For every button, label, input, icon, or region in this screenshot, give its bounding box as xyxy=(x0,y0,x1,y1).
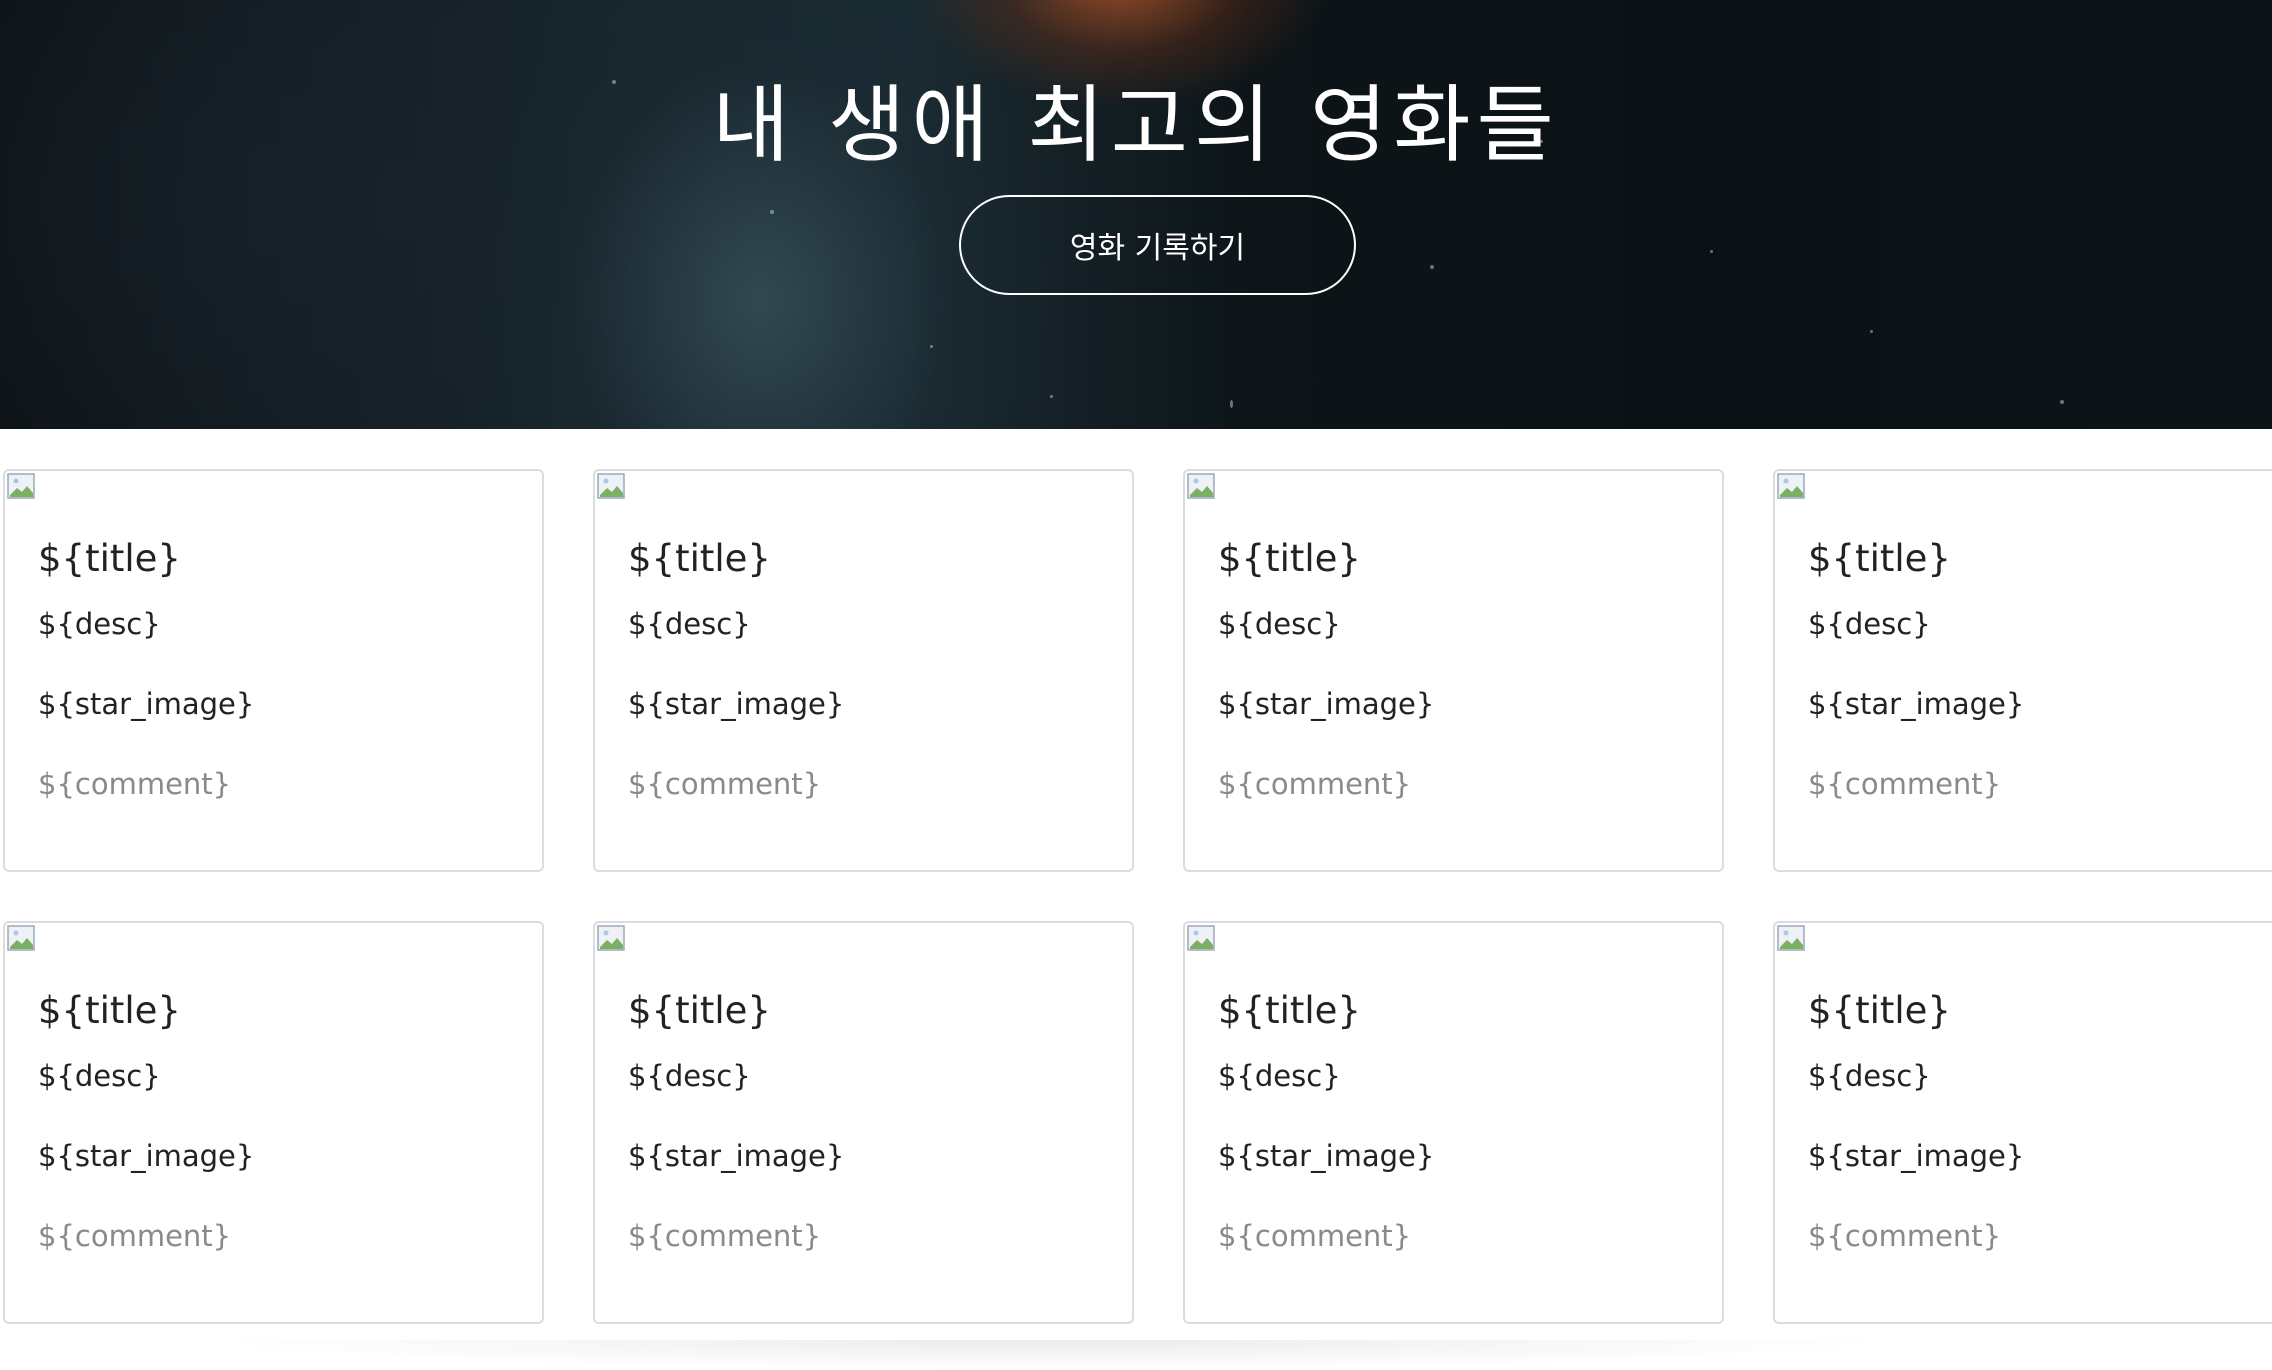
card-title: ${title} xyxy=(38,537,181,580)
card-comment: ${comment} xyxy=(38,767,232,801)
card-title: ${title} xyxy=(1808,989,1951,1032)
card-star-rating: ${star_image} xyxy=(1218,687,1435,721)
broken-image-icon xyxy=(597,473,625,499)
movie-card[interactable]: ${title} ${desc} ${star_image} ${comment… xyxy=(1773,921,2272,1324)
broken-image-icon xyxy=(1187,473,1215,499)
card-title: ${title} xyxy=(1218,989,1361,1032)
card-description: ${desc} xyxy=(628,1059,751,1093)
broken-image-icon xyxy=(1777,925,1805,951)
broken-image-icon xyxy=(1777,473,1805,499)
movie-card[interactable]: ${title} ${desc} ${star_image} ${comment… xyxy=(3,469,544,872)
broken-image-icon xyxy=(1187,925,1215,951)
card-comment: ${comment} xyxy=(628,767,822,801)
broken-image-icon xyxy=(597,925,625,951)
movie-card[interactable]: ${title} ${desc} ${star_image} ${comment… xyxy=(593,469,1134,872)
card-title: ${title} xyxy=(1218,537,1361,580)
broken-image-icon xyxy=(7,925,35,951)
movie-card[interactable]: ${title} ${desc} ${star_image} ${comment… xyxy=(3,921,544,1324)
card-comment: ${comment} xyxy=(1218,1219,1412,1253)
card-comment: ${comment} xyxy=(38,1219,232,1253)
record-movie-button[interactable]: 영화 기록하기 xyxy=(959,195,1356,295)
card-star-rating: ${star_image} xyxy=(1808,687,2025,721)
card-description: ${desc} xyxy=(38,607,161,641)
card-title: ${title} xyxy=(1808,537,1951,580)
card-star-rating: ${star_image} xyxy=(628,687,845,721)
card-description: ${desc} xyxy=(38,1059,161,1093)
hero-banner: 내 생애 최고의 영화들 영화 기록하기 xyxy=(0,0,2272,429)
card-comment: ${comment} xyxy=(1808,767,2002,801)
card-description: ${desc} xyxy=(1218,607,1341,641)
card-title: ${title} xyxy=(628,989,771,1032)
movie-card[interactable]: ${title} ${desc} ${star_image} ${comment… xyxy=(1183,469,1724,872)
card-star-rating: ${star_image} xyxy=(1218,1139,1435,1173)
card-star-rating: ${star_image} xyxy=(38,687,255,721)
movie-card[interactable]: ${title} ${desc} ${star_image} ${comment… xyxy=(1183,921,1724,1324)
card-description: ${desc} xyxy=(1808,607,1931,641)
card-star-rating: ${star_image} xyxy=(628,1139,845,1173)
card-comment: ${comment} xyxy=(1808,1219,2002,1253)
card-star-rating: ${star_image} xyxy=(38,1139,255,1173)
card-description: ${desc} xyxy=(628,607,751,641)
card-star-rating: ${star_image} xyxy=(1808,1139,2025,1173)
movie-card[interactable]: ${title} ${desc} ${star_image} ${comment… xyxy=(593,921,1134,1324)
bottom-shadow xyxy=(200,1340,1900,1370)
card-comment: ${comment} xyxy=(628,1219,822,1253)
card-title: ${title} xyxy=(38,989,181,1032)
card-description: ${desc} xyxy=(1808,1059,1931,1093)
broken-image-icon xyxy=(7,473,35,499)
card-title: ${title} xyxy=(628,537,771,580)
page-title: 내 생애 최고의 영화들 xyxy=(712,76,1560,174)
card-comment: ${comment} xyxy=(1218,767,1412,801)
movie-card[interactable]: ${title} ${desc} ${star_image} ${comment… xyxy=(1773,469,2272,872)
card-description: ${desc} xyxy=(1218,1059,1341,1093)
